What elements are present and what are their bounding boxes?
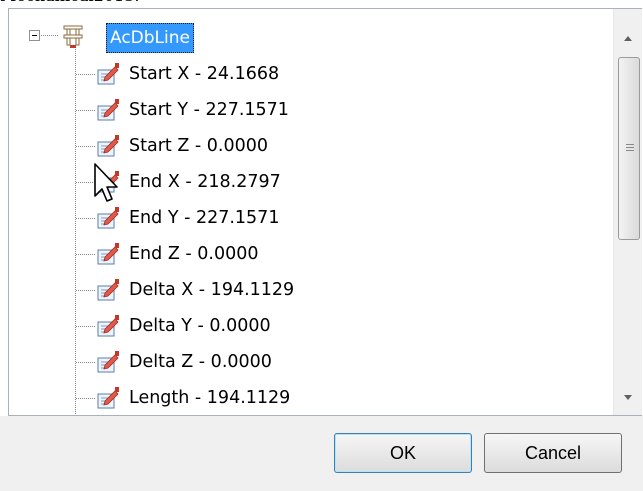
tree-connector — [76, 74, 96, 75]
tree-view[interactable]: AcDbLine Start X - 24.1668 Start Y - 227.… — [8, 8, 642, 416]
property-edit-icon — [96, 350, 120, 374]
scroll-thumb[interactable] — [618, 57, 640, 240]
collapse-toggle-icon[interactable] — [29, 30, 40, 41]
tree-connector — [76, 362, 96, 363]
vertical-scrollbar[interactable] — [613, 9, 642, 415]
tree-content: AcDbLine Start X - 24.1668 Start Y - 227.… — [9, 9, 613, 415]
class-node-icon — [63, 25, 83, 48]
property-edit-icon — [96, 314, 120, 338]
tree-connector — [76, 218, 96, 219]
cancel-button[interactable]: Cancel — [484, 433, 622, 473]
tree-item[interactable]: Start X - 24.1668 — [129, 61, 279, 87]
window-caption: Mechanical2013. — [0, 0, 643, 8]
tree-item[interactable]: Delta Z - 0.0000 — [129, 349, 272, 375]
ok-button[interactable]: OK — [334, 433, 472, 473]
tree-connector — [75, 49, 76, 415]
tree-connector — [76, 254, 96, 255]
tree-connector — [76, 146, 96, 147]
tree-connector — [76, 110, 96, 111]
property-edit-icon — [96, 278, 120, 302]
grip-line — [626, 150, 634, 151]
tree-item[interactable]: End X - 218.2797 — [129, 169, 281, 195]
tree-item[interactable]: Delta Y - 0.0000 — [129, 313, 271, 339]
tree-connector — [76, 326, 96, 327]
property-edit-icon — [96, 134, 120, 158]
property-edit-icon — [96, 206, 120, 230]
tree-connector — [41, 35, 59, 36]
scroll-up-arrow-icon[interactable] — [624, 36, 632, 41]
mouse-pointer-icon — [94, 163, 118, 202]
property-edit-icon — [96, 62, 120, 86]
property-edit-icon — [96, 242, 120, 266]
scroll-down-arrow-icon[interactable] — [624, 395, 632, 400]
tree-connector — [76, 398, 96, 399]
tree-item[interactable]: End Y - 227.1571 — [129, 205, 279, 231]
grip-line — [626, 144, 634, 145]
tree-item[interactable]: End Z - 0.0000 — [129, 241, 258, 267]
tree-item[interactable]: Length - 194.1129 — [129, 385, 290, 411]
property-edit-icon — [96, 386, 120, 410]
tree-root-acdbline[interactable]: AcDbLine — [106, 23, 194, 53]
tree-item[interactable]: Start Z - 0.0000 — [129, 133, 268, 159]
grip-line — [626, 147, 634, 148]
dialog-footer: OK Cancel — [0, 416, 643, 491]
tree-connector — [76, 290, 96, 291]
tree-item[interactable]: Start Y - 227.1571 — [129, 97, 289, 123]
tree-item[interactable]: Delta X - 194.1129 — [129, 277, 294, 303]
property-edit-icon — [96, 98, 120, 122]
